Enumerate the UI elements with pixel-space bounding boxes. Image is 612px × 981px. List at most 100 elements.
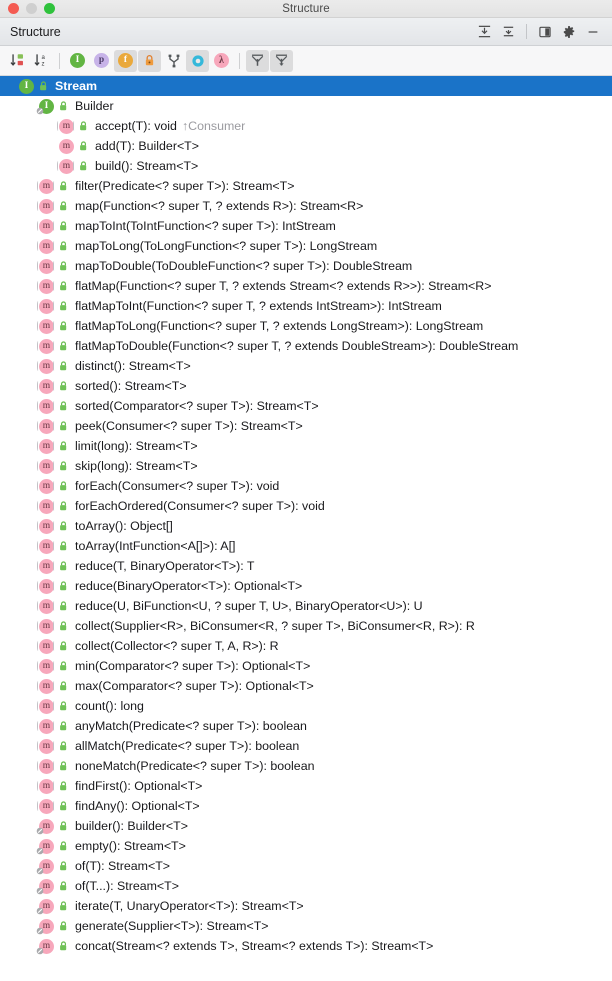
tree-row[interactable]: m iterate(T, UnaryOperator<T>): Stream<T> [0, 896, 612, 916]
show-non-public-button[interactable] [138, 49, 161, 72]
sort-by-visibility-button[interactable] [6, 50, 29, 72]
tree-row[interactable]: m mapToInt(ToIntFunction<? super T>): Int… [0, 216, 612, 236]
tree-row[interactable]: m findFirst(): Optional<T> [0, 776, 612, 796]
collapse-all-button[interactable] [497, 21, 519, 43]
method-inherited-icon: m [58, 116, 75, 136]
show-properties-button[interactable]: p [90, 50, 113, 72]
expand-all-button[interactable] [473, 21, 495, 43]
method-inherited-icon: m [38, 296, 55, 316]
structure-tree[interactable]: I Stream I Builder m accept(T): void ↑Consumer… [0, 76, 612, 981]
tree-row[interactable]: m distinct(): Stream<T> [0, 356, 612, 376]
tree-row[interactable]: m flatMapToInt(Function<? super T, ? exte… [0, 296, 612, 316]
tree-row[interactable]: I Builder [0, 96, 612, 116]
tree-row[interactable]: m map(Function<? super T, ? extends R>): … [0, 196, 612, 216]
group-by-implementation-button[interactable] [162, 50, 185, 72]
tree-row[interactable]: m anyMatch(Predicate<? super T>): boolean [0, 716, 612, 736]
show-fields-button[interactable]: f [114, 49, 137, 72]
tree-row[interactable]: m forEachOrdered(Consumer<? super T>): vo… [0, 496, 612, 516]
scroll-to-source-button[interactable] [270, 49, 293, 72]
view-mode-button[interactable] [534, 21, 556, 43]
chevron-down-icon[interactable] [4, 76, 18, 96]
tree-row[interactable]: m generate(Supplier<T>): Stream<T> [0, 916, 612, 936]
tree-row[interactable]: m of(T...): Stream<T> [0, 876, 612, 896]
method-inherited-icon: m [38, 216, 55, 236]
tree-row[interactable]: m skip(long): Stream<T> [0, 456, 612, 476]
tree-row[interactable]: m concat(Stream<? extends T>, Stream<? ex… [0, 936, 612, 956]
public-lock-icon [60, 881, 67, 891]
tree-row[interactable]: m forEach(Consumer<? super T>): void [0, 476, 612, 496]
tree-row[interactable]: m limit(long): Stream<T> [0, 436, 612, 456]
inherited-owner-label: ↑Consumer [181, 119, 246, 133]
tree-row[interactable]: m reduce(BinaryOperator<T>): Optional<T> [0, 576, 612, 596]
tree-row[interactable]: m empty(): Stream<T> [0, 836, 612, 856]
tree-row[interactable]: m mapToLong(ToLongFunction<? super T>): L… [0, 236, 612, 256]
public-lock-icon [60, 941, 67, 951]
method-badge: m [39, 398, 54, 414]
public-lock-icon [55, 596, 71, 616]
minimize-button[interactable] [26, 3, 37, 14]
settings-button[interactable] [558, 21, 580, 43]
tree-row[interactable]: m accept(T): void ↑Consumer [0, 116, 612, 136]
static-marker-icon [36, 867, 44, 875]
method-badge: m [39, 798, 54, 814]
window-title: Structure [282, 2, 330, 15]
tree-row-label: allMatch(Predicate<? super T>): boolean [75, 739, 300, 753]
tree-row-label: iterate(T, UnaryOperator<T>): Stream<T> [75, 899, 304, 913]
tree-row[interactable]: m builder(): Builder<T> [0, 816, 612, 836]
sort-alphabetically-button[interactable]: a z [30, 50, 53, 72]
tree-row[interactable]: m peek(Consumer<? super T>): Stream<T> [0, 416, 612, 436]
tree-row[interactable]: m sorted(): Stream<T> [0, 376, 612, 396]
public-lock-icon [55, 216, 71, 236]
tree-row[interactable]: m reduce(U, BiFunction<U, ? super T, U>, … [0, 596, 612, 616]
tree-row-label: mapToLong(ToLongFunction<? super T>): Lo… [75, 239, 378, 253]
method-inherited-icon: m [38, 596, 55, 616]
tree-row[interactable]: m findAny(): Optional<T> [0, 796, 612, 816]
tree-row-label: mapToInt(ToIntFunction<? super T>): IntS… [75, 219, 336, 233]
tree-row[interactable]: m reduce(T, BinaryOperator<T>): T [0, 556, 612, 576]
zoom-button[interactable] [44, 3, 55, 14]
tree-row[interactable]: m sorted(Comparator<? super T>): Stream<T… [0, 396, 612, 416]
tree-row[interactable]: m of(T): Stream<T> [0, 856, 612, 876]
close-button[interactable] [8, 3, 19, 14]
tree-row[interactable]: m mapToDouble(ToDoubleFunction<? super T>… [0, 256, 612, 276]
tree-row[interactable]: m collect(Collector<? super T, A, R>): R [0, 636, 612, 656]
method-inherited-icon: m [38, 316, 55, 336]
tree-row[interactable]: m toArray(): Object[] [0, 516, 612, 536]
method-badge: m [39, 658, 54, 674]
public-lock-icon [60, 201, 67, 211]
method-inherited-icon: m [38, 336, 55, 356]
public-lock-icon [60, 921, 67, 931]
method-badge: m [59, 118, 74, 134]
public-lock-icon [75, 116, 91, 136]
show-lambdas-button[interactable]: λ [210, 50, 233, 72]
tree-row[interactable]: m filter(Predicate<? super T>): Stream<T> [0, 176, 612, 196]
tree-row[interactable]: m collect(Supplier<R>, BiConsumer<R, ? su… [0, 616, 612, 636]
public-lock-icon [55, 176, 71, 196]
hide-panel-button[interactable] [582, 21, 604, 43]
public-lock-icon [60, 301, 67, 311]
tree-row[interactable]: m count(): long [0, 696, 612, 716]
tree-row[interactable]: m build(): Stream<T> [0, 156, 612, 176]
method-badge: m [39, 218, 54, 234]
tree-row[interactable]: I Stream [0, 76, 612, 96]
tree-row[interactable]: m noneMatch(Predicate<? super T>): boolea… [0, 756, 612, 776]
tree-row-label: of(T...): Stream<T> [75, 879, 179, 893]
tree-row[interactable]: m allMatch(Predicate<? super T>): boolean [0, 736, 612, 756]
structure-toolbar: a z I p f λ [0, 46, 612, 76]
show-inherited-button[interactable]: I [66, 50, 89, 72]
tree-row[interactable]: m toArray(IntFunction<A[]>): A[] [0, 536, 612, 556]
public-lock-icon [55, 256, 71, 276]
tree-row[interactable]: m flatMap(Function<? super T, ? extends S… [0, 276, 612, 296]
tree-row[interactable]: m max(Comparator<? super T>): Optional<T> [0, 676, 612, 696]
tree-row[interactable]: m add(T): Builder<T> [0, 136, 612, 156]
tree-row[interactable]: m min(Comparator<? super T>): Optional<T> [0, 656, 612, 676]
public-lock-icon [60, 181, 67, 191]
tree-row[interactable]: m flatMapToLong(Function<? super T, ? ext… [0, 316, 612, 336]
show-interfaces-button[interactable] [186, 49, 209, 72]
scroll-from-source-button[interactable] [246, 49, 269, 72]
tree-row[interactable]: m flatMapToDouble(Function<? super T, ? e… [0, 336, 612, 356]
method-badge: m [39, 438, 54, 454]
